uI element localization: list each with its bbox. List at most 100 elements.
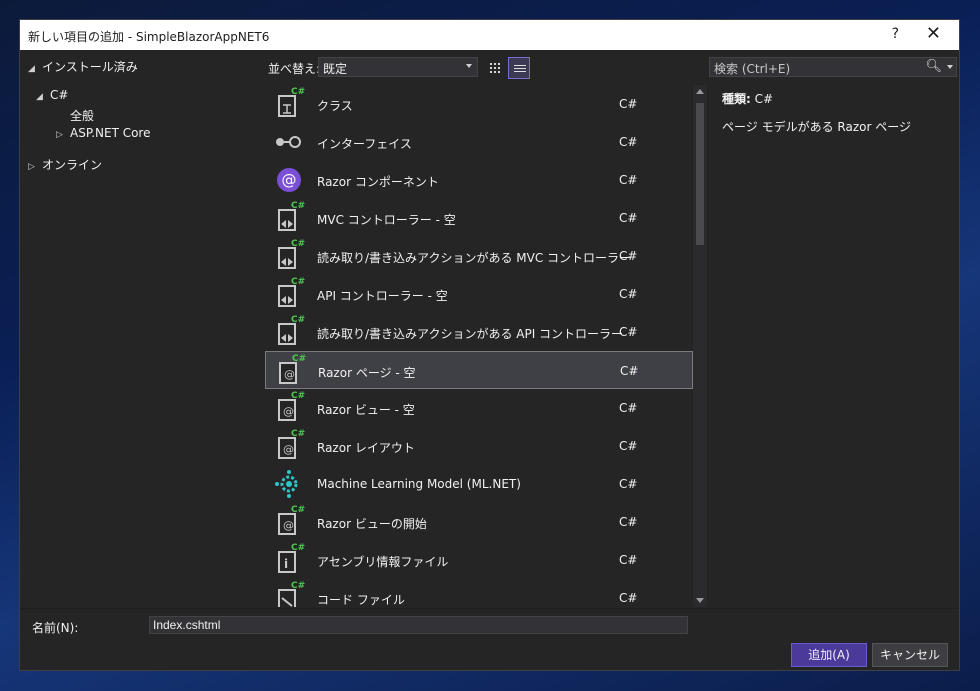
ml-gear-icon xyxy=(274,469,304,499)
search-box[interactable]: 検索 (Ctrl+E) 🔍︎ xyxy=(709,57,957,77)
template-name: コード ファイル xyxy=(317,593,405,607)
razor-view-icon: C# @ xyxy=(274,391,305,423)
blazor-icon: @ xyxy=(274,165,304,195)
template-list-item[interactable]: C# MVC コントローラー - 空 C# xyxy=(265,199,693,237)
add-new-item-dialog: 新しい項目の追加 - SimpleBlazorAppNET6 ? ✕ ◢ インスト… xyxy=(19,19,960,671)
template-name: Razor ページ - 空 xyxy=(318,366,416,380)
grid-icon xyxy=(489,62,501,74)
template-language: C# xyxy=(619,401,638,415)
template-list-item[interactable]: @ Razor コンポーネント C# xyxy=(265,161,693,199)
template-name: Machine Learning Model (ML.NET) xyxy=(317,477,521,491)
template-name: クラス xyxy=(317,99,353,113)
template-language: C# xyxy=(619,173,638,187)
template-name: MVC コントローラー - 空 xyxy=(317,213,456,227)
template-name: API コントローラー - 空 xyxy=(317,289,448,303)
razor-view-start-icon: C# @ xyxy=(274,505,305,537)
template-list-item[interactable]: C# 読み取り/書き込みアクションがある MVC コントローラー C# xyxy=(265,237,693,275)
template-details-panel: 種類: C# ページ モデルがある Razor ページ xyxy=(722,90,952,135)
list-scrollbar[interactable] xyxy=(693,85,707,607)
small-icons-view-button[interactable] xyxy=(484,57,506,79)
template-name: Razor コンポーネント xyxy=(317,175,439,189)
code-file-icon: C# xyxy=(274,581,305,607)
template-language: C# xyxy=(619,249,638,263)
template-name: 読み取り/書き込みアクションがある MVC コントローラー xyxy=(317,251,632,265)
template-language: C# xyxy=(619,477,638,491)
tree-item-online[interactable]: ▷ オンライン xyxy=(28,156,102,173)
template-list: C# クラス C# インターフェイス C# @ Razor コンポーネント C# C# MVC コ… xyxy=(265,85,693,607)
chevron-down-icon xyxy=(466,64,472,68)
dialog-footer: 名前(N): 追加(A) キャンセル xyxy=(20,608,959,670)
template-list-item[interactable]: C# @ Razor ビュー - 空 C# xyxy=(265,389,693,427)
controller-icon: C# xyxy=(274,239,305,271)
add-button[interactable]: 追加(A) xyxy=(791,643,867,667)
assembly-info-icon: C# i xyxy=(274,543,305,575)
template-name: Razor ビュー - 空 xyxy=(317,403,415,417)
title-bar: 新しい項目の追加 - SimpleBlazorAppNET6 ? ✕ xyxy=(20,20,959,50)
tree-item-label: オンライン xyxy=(42,158,103,172)
sort-dropdown[interactable]: 既定 xyxy=(318,57,478,77)
template-language: C# xyxy=(619,135,638,149)
template-category-tree: ◢ インストール済み ◢ C# 全般 ▷ ASP.NET Core ▷ オンライン xyxy=(20,50,260,608)
type-label: 種類: xyxy=(722,92,751,106)
template-language: C# xyxy=(619,325,638,339)
template-language: C# xyxy=(619,439,638,453)
list-view-button[interactable] xyxy=(508,57,530,79)
help-button[interactable]: ? xyxy=(892,26,899,42)
dialog-title: 新しい項目の追加 - SimpleBlazorAppNET6 xyxy=(28,30,270,44)
template-list-item[interactable]: C# 読み取り/書き込みアクションがある API コントローラー C# xyxy=(265,313,693,351)
template-list-item[interactable]: C# クラス C# xyxy=(265,85,693,123)
razor-layout-icon: C# @ xyxy=(274,429,305,461)
template-description: ページ モデルがある Razor ページ xyxy=(722,120,911,134)
scroll-down-arrow-icon[interactable] xyxy=(696,598,704,603)
sort-dropdown-value: 既定 xyxy=(323,62,348,76)
collapsed-triangle-icon[interactable]: ▷ xyxy=(28,162,42,172)
search-placeholder: 検索 (Ctrl+E) xyxy=(714,62,791,76)
controller-icon: C# xyxy=(274,277,305,309)
tree-item-label: 全般 xyxy=(70,109,95,123)
expanded-triangle-icon[interactable]: ◢ xyxy=(36,92,50,102)
template-list-item[interactable]: C# @ Razor ページ - 空 C# xyxy=(265,351,693,389)
scroll-up-arrow-icon[interactable] xyxy=(696,89,704,94)
template-list-item[interactable]: C# i アセンブリ情報ファイル C# xyxy=(265,541,693,579)
template-language: C# xyxy=(619,553,638,567)
tree-item-label: インストール済み xyxy=(42,60,138,74)
collapsed-triangle-icon[interactable]: ▷ xyxy=(56,130,70,140)
controller-icon: C# xyxy=(274,315,305,347)
template-name: Razor レイアウト xyxy=(317,441,415,455)
template-list-item[interactable]: インターフェイス C# xyxy=(265,123,693,161)
tree-item-label: C# xyxy=(50,88,69,102)
cancel-button[interactable]: キャンセル xyxy=(872,643,948,667)
template-name: アセンブリ情報ファイル xyxy=(317,555,449,569)
sort-label: 並べ替え: xyxy=(268,62,321,76)
interface-icon xyxy=(274,127,304,157)
template-list-item[interactable]: Machine Learning Model (ML.NET) C# xyxy=(265,465,693,503)
template-language: C# xyxy=(620,364,639,378)
svg-text:@: @ xyxy=(282,171,297,189)
expanded-triangle-icon[interactable]: ◢ xyxy=(28,64,42,74)
template-language: C# xyxy=(619,97,638,111)
chevron-down-icon[interactable] xyxy=(947,65,953,69)
name-input[interactable] xyxy=(149,616,688,634)
tree-item-label: ASP.NET Core xyxy=(70,126,151,140)
template-list-item[interactable]: C# @ Razor レイアウト C# xyxy=(265,427,693,465)
template-list-item[interactable]: C# コード ファイル C# xyxy=(265,579,693,607)
class-icon: C# xyxy=(274,87,305,119)
template-language: C# xyxy=(619,515,638,529)
tree-item-general[interactable]: 全般 xyxy=(70,107,94,124)
name-label: 名前(N): xyxy=(32,621,79,635)
template-name: Razor ビューの開始 xyxy=(317,517,427,531)
template-list-item[interactable]: C# @ Razor ビューの開始 C# xyxy=(265,503,693,541)
template-name: 読み取り/書き込みアクションがある API コントローラー xyxy=(317,327,624,341)
template-language: C# xyxy=(619,287,638,301)
search-icon[interactable]: 🔍︎ xyxy=(925,59,942,74)
tree-item-aspnet-core[interactable]: ▷ ASP.NET Core xyxy=(56,126,150,140)
scroll-thumb[interactable] xyxy=(696,103,704,245)
template-language: C# xyxy=(619,591,638,605)
razor-page-icon: C# @ xyxy=(275,354,306,386)
close-button[interactable]: ✕ xyxy=(926,23,941,44)
type-value: C# xyxy=(754,92,774,106)
tree-item-installed[interactable]: ◢ インストール済み xyxy=(28,58,138,75)
tree-item-csharp[interactable]: ◢ C# xyxy=(36,88,68,102)
template-list-item[interactable]: C# API コントローラー - 空 C# xyxy=(265,275,693,313)
controller-icon: C# xyxy=(274,201,305,233)
